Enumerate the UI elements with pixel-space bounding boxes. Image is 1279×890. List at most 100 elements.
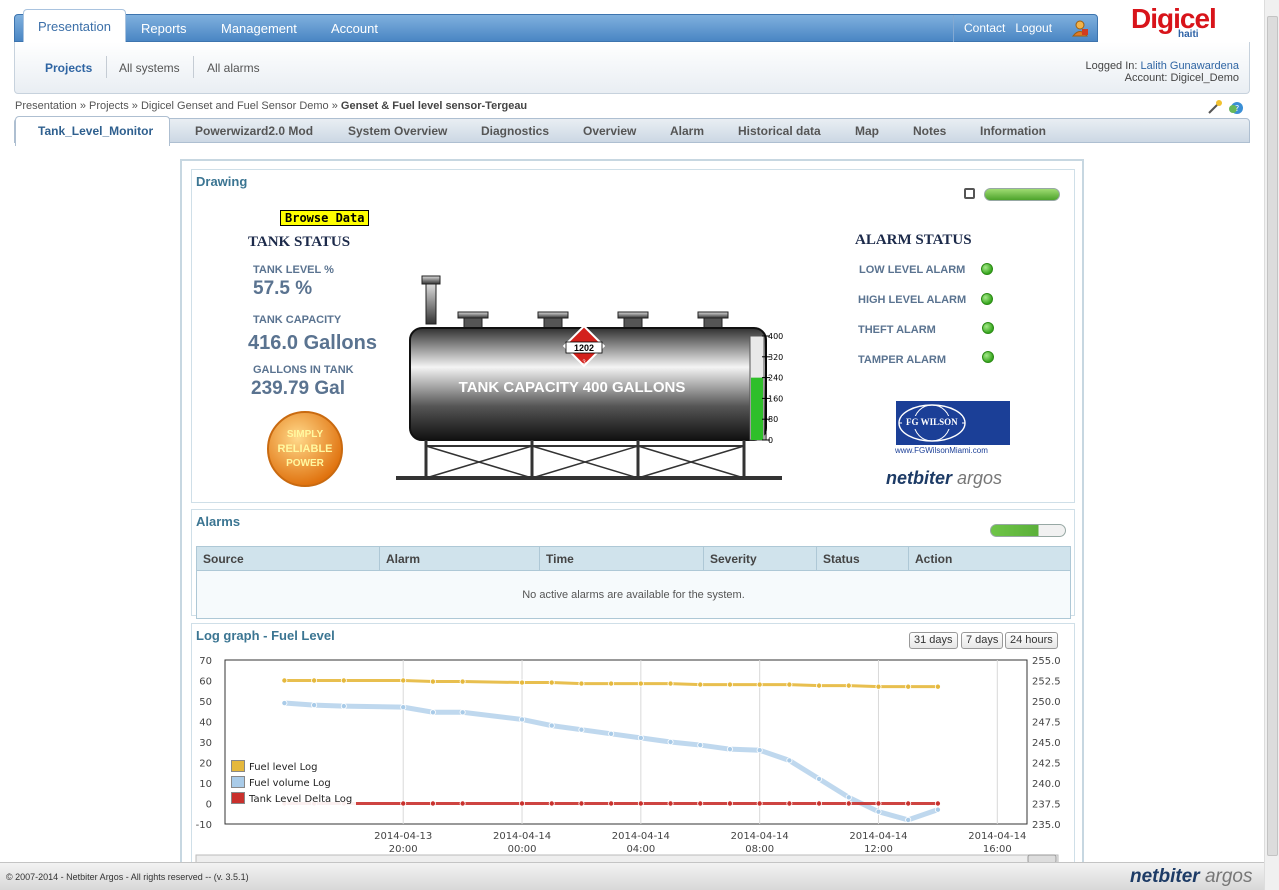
series-point[interactable]	[637, 800, 644, 807]
series-point[interactable]	[905, 816, 912, 823]
series-point[interactable]	[697, 681, 704, 688]
series-point[interactable]	[459, 709, 466, 716]
fg-wilson-url[interactable]: www.FGWilsonMiami.com	[895, 446, 988, 455]
tab-tank-level-monitor[interactable]: Tank_Level_Monitor	[15, 116, 171, 146]
legend-tank-level-delta[interactable]: Tank Level Delta Log	[231, 792, 352, 808]
tab-reports[interactable]: Reports	[141, 15, 187, 43]
series-point[interactable]	[756, 681, 763, 688]
range-31-days-button[interactable]: 31 days	[909, 632, 958, 649]
page-scrollbar-thumb[interactable]	[1267, 16, 1278, 856]
series-point[interactable]	[578, 726, 585, 733]
col-action[interactable]: Action	[908, 546, 1071, 571]
series-point[interactable]	[845, 682, 852, 689]
series-point[interactable]	[340, 703, 347, 710]
series-point[interactable]	[608, 730, 615, 737]
series-point[interactable]	[519, 679, 526, 686]
tab-map[interactable]: Map	[855, 119, 879, 144]
series-point[interactable]	[697, 800, 704, 807]
series-point[interactable]	[875, 808, 882, 815]
subnav-all-systems[interactable]: All systems	[119, 61, 180, 75]
series-point[interactable]	[905, 800, 912, 807]
browse-data-button[interactable]: Browse Data	[280, 210, 370, 226]
series-point[interactable]	[429, 800, 436, 807]
series-point[interactable]	[667, 800, 674, 807]
tab-alarm[interactable]: Alarm	[670, 119, 704, 144]
series-point[interactable]	[340, 677, 347, 684]
legend-fuel-volume[interactable]: Fuel volume Log	[231, 776, 352, 792]
series-point[interactable]	[845, 794, 852, 801]
series-point[interactable]	[726, 746, 733, 753]
series-point[interactable]	[281, 700, 288, 707]
col-time[interactable]: Time	[539, 546, 704, 571]
series-point[interactable]	[875, 800, 882, 807]
series-point[interactable]	[756, 747, 763, 754]
series-point[interactable]	[756, 800, 763, 807]
wand-icon[interactable]	[1208, 100, 1222, 114]
series-point[interactable]	[816, 775, 823, 782]
legend-fuel-level[interactable]: Fuel level Log	[231, 760, 352, 776]
series-point[interactable]	[548, 800, 555, 807]
breadcrumb-path[interactable]: Presentation » Projects » Digicel Genset…	[15, 100, 338, 112]
series-point[interactable]	[400, 800, 407, 807]
series-point[interactable]	[459, 678, 466, 685]
series-point[interactable]	[429, 678, 436, 685]
help-icon[interactable]: ?	[1229, 102, 1243, 114]
series-point[interactable]	[697, 742, 704, 749]
series-point[interactable]	[519, 800, 526, 807]
tab-management[interactable]: Management	[221, 15, 297, 43]
series-point[interactable]	[548, 722, 555, 729]
logout-link[interactable]: Logout	[1015, 21, 1052, 35]
contact-link[interactable]: Contact	[964, 21, 1005, 35]
series-point[interactable]	[934, 806, 941, 813]
series-point[interactable]	[905, 683, 912, 690]
subnav-all-alarms[interactable]: All alarms	[207, 61, 260, 75]
series-point[interactable]	[934, 683, 941, 690]
series-point[interactable]	[548, 679, 555, 686]
subnav-projects[interactable]: Projects	[45, 61, 92, 75]
logged-in-user[interactable]: Lalith Gunawardena	[1141, 60, 1239, 72]
series-point[interactable]	[875, 683, 882, 690]
series-point[interactable]	[519, 716, 526, 723]
col-alarm[interactable]: Alarm	[379, 546, 540, 571]
series-point[interactable]	[786, 681, 793, 688]
series-point[interactable]	[578, 800, 585, 807]
tab-overview[interactable]: Overview	[583, 119, 636, 144]
series-point[interactable]	[637, 734, 644, 741]
series-point[interactable]	[281, 677, 288, 684]
range-24-hours-button[interactable]: 24 hours	[1005, 632, 1058, 649]
series-point[interactable]	[845, 800, 852, 807]
series-point[interactable]	[667, 739, 674, 746]
series-point[interactable]	[726, 681, 733, 688]
series-point[interactable]	[637, 680, 644, 687]
col-source[interactable]: Source	[196, 546, 380, 571]
series-point[interactable]	[429, 709, 436, 716]
series-point[interactable]	[578, 680, 585, 687]
series-point[interactable]	[400, 704, 407, 711]
series-point[interactable]	[608, 680, 615, 687]
series-point[interactable]	[786, 800, 793, 807]
tab-system-overview[interactable]: System Overview	[348, 119, 447, 144]
series-point[interactable]	[816, 800, 823, 807]
tab-notes[interactable]: Notes	[913, 119, 946, 144]
col-status[interactable]: Status	[816, 546, 909, 571]
series-point[interactable]	[726, 800, 733, 807]
series-point[interactable]	[608, 800, 615, 807]
series-point[interactable]	[786, 757, 793, 764]
series-point[interactable]	[400, 677, 407, 684]
series-point[interactable]	[667, 680, 674, 687]
series-point[interactable]	[934, 800, 941, 807]
series-point[interactable]	[311, 677, 318, 684]
drawing-checkbox[interactable]	[964, 188, 975, 199]
range-7-days-button[interactable]: 7 days	[961, 632, 1004, 649]
tab-historical-data[interactable]: Historical data	[738, 119, 821, 144]
series-point[interactable]	[816, 682, 823, 689]
tab-information[interactable]: Information	[980, 119, 1046, 144]
tab-account[interactable]: Account	[331, 15, 378, 43]
page-scrollbar[interactable]	[1264, 0, 1279, 890]
tab-powerwizard[interactable]: Powerwizard2.0 Mod	[195, 119, 313, 144]
series-point[interactable]	[459, 800, 466, 807]
tab-diagnostics[interactable]: Diagnostics	[481, 119, 549, 144]
col-severity[interactable]: Severity	[703, 546, 817, 571]
user-logout-icon[interactable]	[1071, 19, 1089, 37]
tab-presentation[interactable]: Presentation	[23, 9, 126, 43]
